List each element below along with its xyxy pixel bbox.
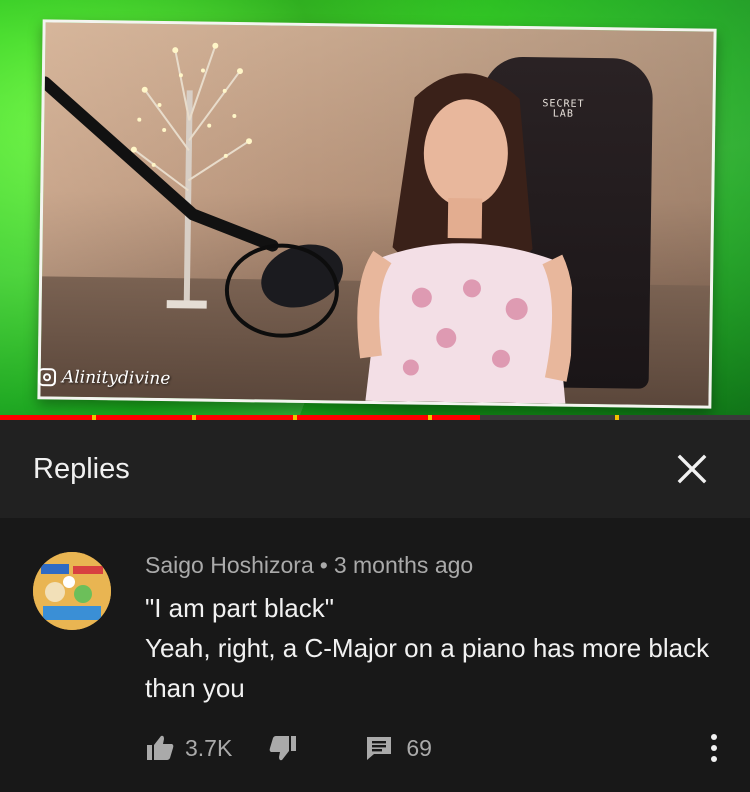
streamer-graphic: [357, 73, 574, 404]
microphone-graphic: [41, 76, 344, 338]
watermark-handle: Alinitydivine: [61, 367, 171, 389]
dislike-button[interactable]: [268, 733, 298, 763]
instagram-icon: [37, 368, 57, 387]
video-frame: SECRET LAB: [37, 19, 717, 409]
comment-line-reply: Yeah, right, a C-Major on a piano has mo…: [145, 633, 710, 703]
thumbs-up-icon: [147, 735, 174, 760]
author-name[interactable]: Saigo Hoshizora: [145, 552, 314, 578]
video-player[interactable]: SECRET LAB Alinitydivine: [0, 0, 750, 418]
replies-title: Replies: [33, 452, 130, 485]
comment-line-quote: "I am part black": [145, 593, 334, 623]
more-vertical-icon: [711, 734, 717, 762]
close-icon: [677, 454, 707, 484]
avatar[interactable]: [33, 552, 111, 630]
reply-button[interactable]: 69: [364, 733, 432, 763]
close-button[interactable]: [672, 449, 712, 489]
reply-comment-icon: [367, 737, 392, 760]
meta-separator: •: [319, 552, 328, 578]
thumbs-down-icon: [269, 736, 297, 761]
instagram-watermark: Alinitydivine: [37, 367, 171, 389]
comment-text: "I am part black" Yeah, right, a C-Major…: [145, 588, 725, 708]
reply-count: 69: [406, 734, 432, 761]
replies-header: Replies: [0, 420, 750, 518]
comment-meta: Saigo Hoshizora • 3 months ago: [145, 552, 473, 579]
timestamp[interactable]: 3 months ago: [334, 552, 473, 578]
more-options-button[interactable]: [702, 728, 726, 768]
comment-thread: Saigo Hoshizora • 3 months ago "I am part …: [0, 518, 750, 792]
like-button[interactable]: 3.7K: [145, 733, 232, 763]
comment-actions: 3.7K 69: [145, 730, 432, 766]
like-count: 3.7K: [185, 734, 233, 761]
avatar-image: [33, 552, 111, 630]
